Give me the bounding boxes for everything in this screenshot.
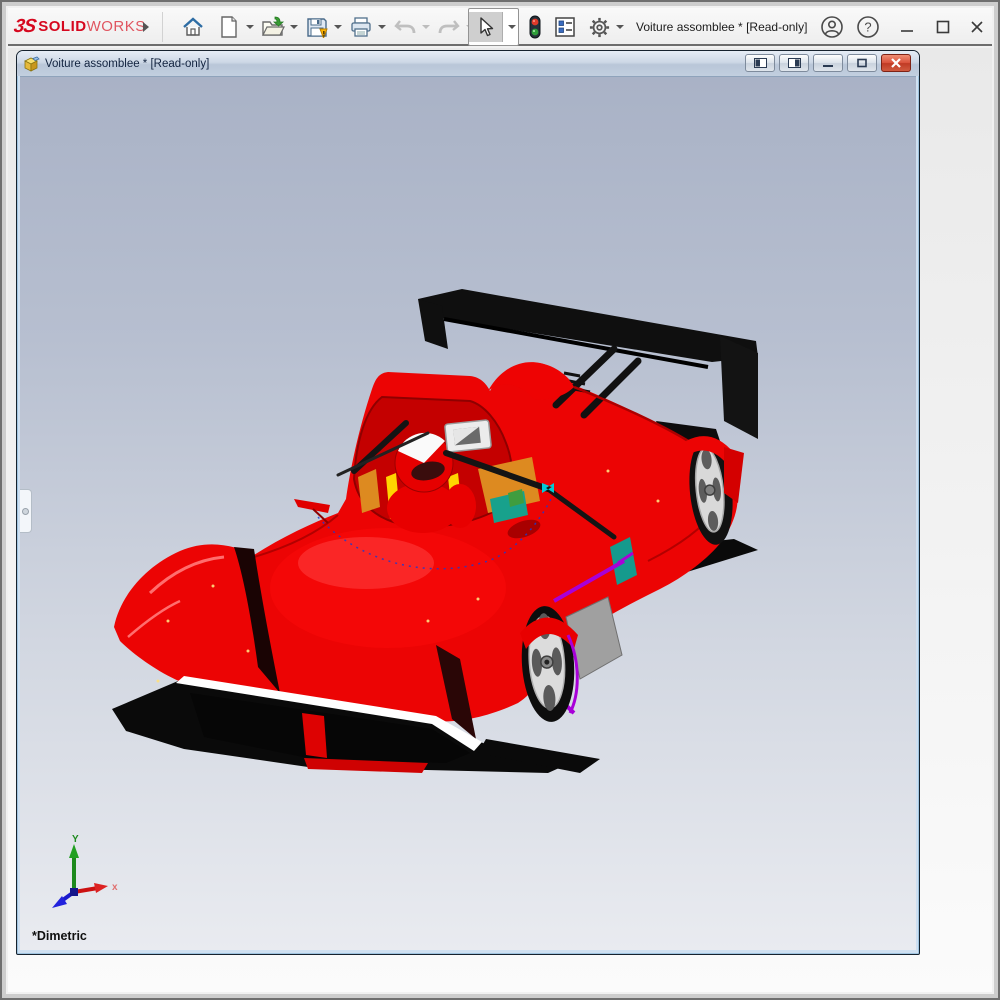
user-account-icon[interactable] xyxy=(818,13,846,41)
brand-mark: 3S xyxy=(12,16,37,38)
save-dropdown[interactable] xyxy=(330,12,344,42)
print-dropdown[interactable] xyxy=(374,12,388,42)
app-title: Voiture assomblee * [Read-only] xyxy=(636,8,807,46)
assembly-icon xyxy=(23,56,40,72)
document-close-button[interactable] xyxy=(881,54,911,72)
graphics-viewport[interactable]: Y x *Dimetric xyxy=(20,76,916,950)
document-minimize-button[interactable] xyxy=(813,54,843,72)
svg-text:?: ? xyxy=(864,20,871,35)
undo-icon[interactable] xyxy=(392,12,418,42)
options-list-icon[interactable] xyxy=(552,12,578,42)
featuremanager-tab-dot xyxy=(22,508,29,515)
main-toolbar: 3S SOLIDWORKS xyxy=(8,8,992,46)
open-dropdown[interactable] xyxy=(286,12,300,42)
solidworks-window: 3S SOLIDWORKS xyxy=(0,0,1000,1000)
document-window: Voiture assomblee * [Read-only] xyxy=(16,50,920,955)
solidworks-logo: 3S SOLIDWORKS xyxy=(14,8,146,46)
minimize-button[interactable] xyxy=(892,12,922,42)
car-model-3d xyxy=(20,76,916,950)
select-tool-button[interactable] xyxy=(468,8,519,46)
maximize-button[interactable] xyxy=(928,12,958,42)
document-restore-button[interactable] xyxy=(847,54,877,72)
help-icon[interactable]: ? xyxy=(854,13,882,41)
new-document-icon[interactable] xyxy=(216,12,242,42)
home-icon[interactable] xyxy=(180,12,206,42)
open-icon[interactable] xyxy=(260,12,286,42)
split-pane-left-button[interactable] xyxy=(745,54,775,72)
settings-gear-icon[interactable] xyxy=(586,12,612,42)
document-title: Voiture assomblee * [Read-only] xyxy=(45,58,209,70)
menu-flyout-chevron-icon[interactable] xyxy=(140,8,152,46)
featuremanager-collapsed-tab[interactable] xyxy=(20,489,32,533)
triad-x-label: x xyxy=(112,882,118,893)
undo-dropdown[interactable] xyxy=(418,12,432,42)
split-pane-right-button[interactable] xyxy=(779,54,809,72)
document-titlebar[interactable]: Voiture assomblee * [Read-only] xyxy=(17,51,919,76)
triad-y-label: Y xyxy=(72,834,79,845)
settings-dropdown[interactable] xyxy=(612,12,626,42)
brand-name-bold: SOLID xyxy=(38,18,86,35)
mdi-client-area: Voiture assomblee * [Read-only] xyxy=(8,48,992,992)
new-document-dropdown[interactable] xyxy=(242,12,256,42)
close-button[interactable] xyxy=(962,12,992,42)
reference-triad[interactable]: Y x xyxy=(34,834,120,912)
brand-name-light: WORKS xyxy=(87,18,146,35)
select-arrow-icon[interactable] xyxy=(469,12,503,42)
view-orientation-label: *Dimetric xyxy=(32,929,87,943)
select-tool-dropdown[interactable] xyxy=(503,12,518,42)
redo-icon[interactable] xyxy=(436,12,462,42)
performance-lights-icon[interactable] xyxy=(522,12,548,42)
save-icon[interactable] xyxy=(304,12,330,42)
toolbar-separator xyxy=(162,12,163,42)
print-icon[interactable] xyxy=(348,12,374,42)
document-window-controls xyxy=(745,54,911,72)
